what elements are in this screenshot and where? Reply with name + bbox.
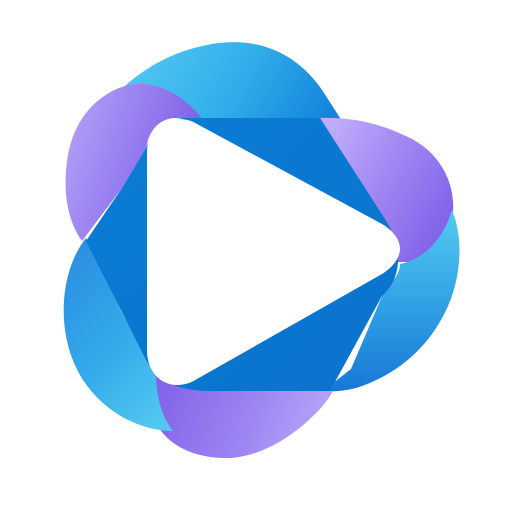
play-logo-icon	[63, 42, 460, 459]
app-icon-canvas	[0, 0, 512, 512]
